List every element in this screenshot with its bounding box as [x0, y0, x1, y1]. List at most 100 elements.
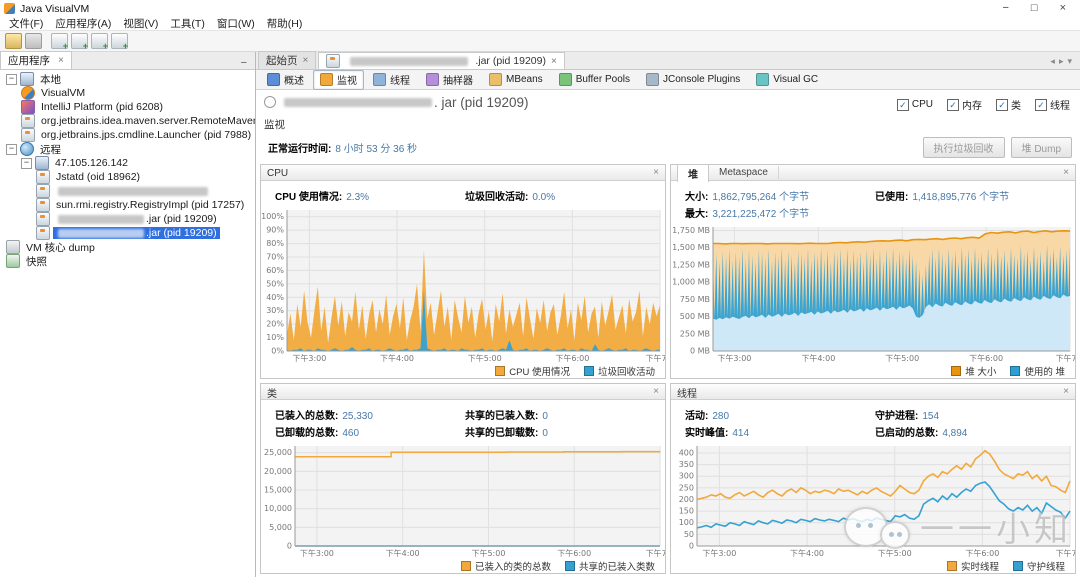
uptime-value: 8 小时 53 分 36 秒 [335, 144, 418, 155]
checkbox-icon: ✓ [947, 98, 959, 111]
monitor-section-label: 监视 [264, 119, 285, 131]
minimize-button[interactable]: − [1002, 2, 1008, 15]
checkbox-cpu[interactable]: ✓ CPU [896, 98, 933, 111]
tree-item--[interactable]: − 远程 [0, 142, 255, 156]
checkbox-线程[interactable]: ✓ 线程 [1035, 97, 1070, 112]
heap-dump-button[interactable]: 堆 Dump [1010, 137, 1072, 158]
checkbox-icon: ✓ [1035, 98, 1047, 111]
tree-item-visualvm[interactable]: VisualVM [0, 86, 255, 100]
tree-item--[interactable]: − 本地 [0, 72, 255, 86]
tree-item-.jar-pid-19209-[interactable]: .jar (pid 19209) [0, 226, 255, 240]
add-jmx-connection-icon[interactable] [71, 33, 88, 51]
stat-value: 4,894 [942, 428, 968, 439]
tree-item-label: 本地 [40, 73, 61, 86]
tree-item--[interactable]: 快照 [0, 254, 255, 268]
tree-item-jstatd-oid-18962-[interactable]: Jstatd (oid 18962) [0, 170, 255, 184]
stat-value: 2.3% [346, 192, 370, 203]
menu-bar: 文件(F) 应用程序(A) 视图(V) 工具(T) 窗口(W) 帮助(H) [0, 16, 1080, 30]
svg-text:0: 0 [689, 542, 694, 551]
subtab-mbeans[interactable]: MBeans [482, 71, 550, 89]
document-tab-1[interactable]: .jar (pid 19209) × [318, 52, 565, 69]
subtab-概述[interactable]: 概述 [260, 70, 311, 90]
tree-item-vm-dump[interactable]: VM 核心 dump [0, 240, 255, 254]
subtab-jconsole-plugins[interactable]: JConsole Plugins [639, 71, 747, 89]
metaspace-tab[interactable]: Metaspace [709, 166, 779, 179]
applications-tab[interactable]: 应用程序 × [0, 51, 72, 69]
stat-label: CPU 使用情况: [275, 192, 343, 203]
expander-icon[interactable]: − [6, 143, 17, 155]
svg-text:20,000: 20,000 [264, 467, 292, 476]
stat-value: 154 [922, 411, 940, 422]
legend-label: 实时线程 [960, 562, 999, 573]
subtab-监视[interactable]: 监视 [313, 69, 364, 90]
menu-item-4[interactable]: 窗口(W) [212, 15, 260, 32]
expander-icon[interactable]: − [6, 73, 17, 85]
checkbox-类[interactable]: ✓ 类 [996, 97, 1021, 112]
tree-item-redacted-8[interactable] [0, 184, 255, 198]
svg-text:250: 250 [679, 483, 694, 492]
save-icon[interactable] [25, 33, 42, 49]
stat-label: 共享的已装入数: [465, 411, 539, 422]
close-icon[interactable]: × [303, 55, 309, 66]
close-icon[interactable]: × [653, 167, 659, 178]
legend-item: 守护线程 [1012, 559, 1065, 573]
close-icon[interactable]: × [653, 386, 659, 397]
svg-text:下午5:00: 下午5:00 [471, 548, 505, 558]
java-app-icon [36, 226, 50, 240]
document-tab-0[interactable]: 起始页 × [258, 51, 317, 69]
add-application-icon[interactable] [51, 33, 68, 51]
heap-tab[interactable]: 堆 [677, 163, 709, 182]
close-button[interactable]: × [1060, 2, 1066, 15]
svg-text:下午7:0: 下午7:0 [646, 353, 665, 363]
perform-gc-button[interactable]: 执行垃圾回收 [922, 137, 1005, 158]
menu-item-5[interactable]: 帮助(H) [262, 15, 308, 32]
bufferpools-icon [558, 73, 572, 86]
stat-value: 1,862,795,264 个字节 [712, 192, 810, 203]
scroll-right-icon[interactable]: ▸ [1059, 56, 1064, 67]
svg-text:200: 200 [679, 495, 694, 504]
add-snapshot-icon[interactable] [111, 33, 128, 51]
maximize-button[interactable]: □ [1031, 2, 1038, 15]
svg-text:下午7:0: 下午7:0 [1056, 353, 1075, 363]
svg-text:100%: 100% [261, 212, 284, 221]
mbeans-icon [489, 73, 502, 86]
menu-item-3[interactable]: 工具(T) [165, 15, 209, 32]
subtab-抽样器[interactable]: 抽样器 [419, 70, 480, 90]
tree-item-sun.rmi.registry.registryimpl-pid-17257-[interactable]: sun.rmi.registry.RegistryImpl (pid 17257… [0, 198, 255, 212]
stat-value: 280 [712, 411, 730, 422]
svg-text:下午3:00: 下午3:00 [717, 353, 751, 363]
cpu-chart: 0% 10% 20% 30% 40% 50% 60% 70% 80% 90% 100% 下午3:00 下… [261, 210, 665, 363]
scroll-left-icon[interactable]: ◂ [1050, 56, 1055, 67]
close-icon[interactable]: × [1063, 386, 1069, 397]
menu-item-2[interactable]: 视图(V) [118, 15, 163, 32]
svg-text:50: 50 [684, 530, 694, 539]
menu-item-1[interactable]: 应用程序(A) [50, 15, 116, 32]
close-icon[interactable]: × [58, 55, 64, 66]
svg-text:下午6:00: 下午6:00 [969, 353, 1003, 363]
tab-list-icon[interactable]: ▾ [1067, 56, 1072, 67]
menu-item-0[interactable]: 文件(F) [4, 15, 48, 32]
svg-text:下午4:00: 下午4:00 [801, 353, 835, 363]
subtab-线程[interactable]: 线程 [366, 70, 417, 90]
tree-item-47.105.126.142[interactable]: − 47.105.126.142 [0, 156, 255, 170]
stat-row: 已启动的总数: 4,894 [875, 424, 1065, 439]
threads-panel: 线程 × 活动: 280 实时峰值: 414 守护进程: 154 已启动的总数: 4,894 … [670, 383, 1076, 574]
tree-item-intellij-platform-pid-6208-[interactable]: IntelliJ Platform (pid 6208) [0, 100, 255, 114]
checkbox-内存[interactable]: ✓ 内存 [947, 97, 982, 112]
subtab-buffer-pools[interactable]: Buffer Pools [552, 71, 637, 89]
tree-item-org.jetbrains.jps.cmdline.launcher-pid-7988-[interactable]: org.jetbrains.jps.cmdline.Launcher (pid … [0, 128, 255, 142]
svg-text:500 MB: 500 MB [680, 312, 710, 321]
stat-label: 已装入的总数: [275, 411, 339, 422]
subtab-label: Buffer Pools [575, 74, 630, 85]
close-icon[interactable]: × [551, 56, 557, 67]
open-snapshot-icon[interactable] [5, 33, 22, 49]
tree-item-org.jetbrains.idea.maven.server.remotemavenserver36-pid-16344-[interactable]: org.jetbrains.idea.maven.server.RemoteMa… [0, 114, 255, 128]
svg-text:下午7:0: 下午7:0 [1056, 548, 1075, 558]
subtab-visual-gc[interactable]: Visual GC [749, 71, 825, 89]
close-icon[interactable]: × [1063, 167, 1069, 178]
tree-item-.jar-pid-19209-[interactable]: .jar (pid 19209) [0, 212, 255, 226]
legend-swatch [583, 366, 594, 376]
add-vm-coredump-icon[interactable] [91, 33, 108, 51]
expander-icon[interactable]: − [21, 157, 32, 169]
collapse-sidebar-button[interactable]: − [233, 57, 255, 69]
